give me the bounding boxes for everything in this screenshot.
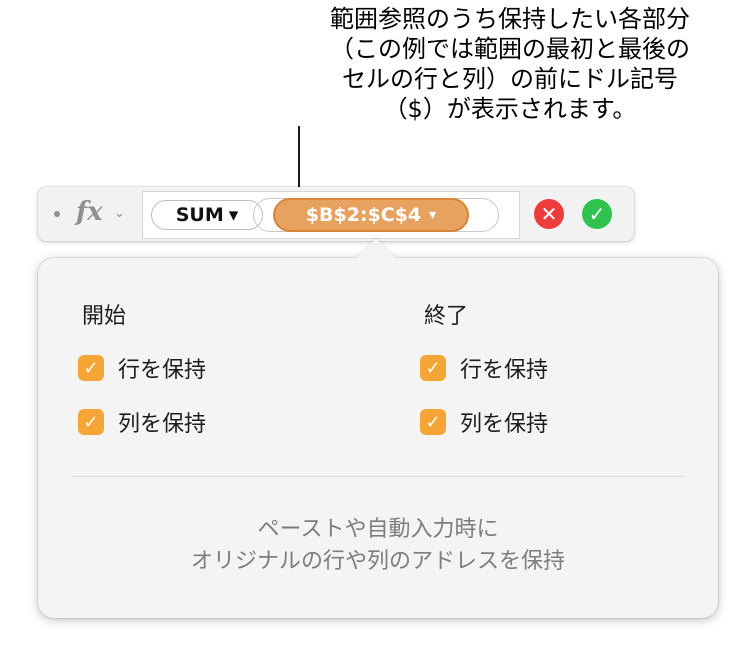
start-keep-column-checkbox[interactable]: ✓ 列を保持 — [78, 406, 206, 438]
range-reference-label: $B$2:$C$4 — [305, 204, 422, 226]
cancel-button[interactable]: ✕ — [534, 199, 564, 229]
callout-line-4: （$）が表示されます。 — [383, 95, 637, 123]
checkmark-icon[interactable]: ✓ — [420, 409, 446, 435]
callout-annotation: 範囲参照のうち保持したい各部分 （この例では範囲の最初と最後の セルの行と列）の… — [290, 4, 730, 124]
start-keep-row-checkbox[interactable]: ✓ 行を保持 — [78, 352, 206, 384]
function-token-chevron-icon: ▾ — [228, 204, 239, 226]
callout-line-3: セルの行と列）の前にドル記号 — [342, 65, 678, 93]
drag-handle-icon[interactable] — [54, 211, 60, 217]
accept-button[interactable]: ✓ — [582, 199, 612, 229]
callout-leader-line — [298, 126, 300, 196]
footer-line-1: ペーストや自動入力時に — [257, 517, 499, 542]
function-icon[interactable]: fx — [76, 197, 103, 227]
checkmark-icon[interactable]: ✓ — [420, 355, 446, 381]
start-section-title: 開始 — [82, 304, 127, 329]
divider — [72, 476, 684, 477]
end-keep-row-label: 行を保持 — [460, 358, 549, 383]
checkmark-icon[interactable]: ✓ — [78, 409, 104, 435]
formula-editor[interactable]: SUM ▾ $B$2:$C$4 ▾ — [142, 191, 520, 239]
popover-footer-description: ペーストや自動入力時に オリジナルの行や列のアドレスを保持 — [38, 514, 718, 578]
start-keep-column-label: 列を保持 — [118, 412, 207, 437]
function-token-label: SUM — [175, 204, 224, 226]
preserve-reference-popover: 開始 ✓ 行を保持 ✓ 列を保持 終了 ✓ 行を保持 ✓ 列を保持 ペーストや自… — [38, 238, 718, 618]
callout-line-1: 範囲参照のうち保持したい各部分 — [330, 5, 690, 33]
start-keep-row-label: 行を保持 — [118, 358, 207, 383]
function-token-sum[interactable]: SUM ▾ — [151, 200, 263, 230]
end-keep-column-checkbox[interactable]: ✓ 列を保持 — [420, 406, 548, 438]
callout-line-2: （この例では範囲の最初と最後の — [330, 35, 690, 63]
footer-line-2: オリジナルの行や列のアドレスを保持 — [190, 549, 565, 574]
range-reference-token[interactable]: $B$2:$C$4 ▾ — [273, 198, 469, 232]
range-token-chevron-icon[interactable]: ▾ — [429, 207, 436, 223]
end-section-title: 終了 — [424, 304, 469, 329]
end-keep-row-checkbox[interactable]: ✓ 行を保持 — [420, 352, 548, 384]
end-keep-column-label: 列を保持 — [460, 412, 549, 437]
chevron-down-icon[interactable]: ⌄ — [114, 206, 125, 221]
formula-bar: fx ⌄ SUM ▾ $B$2:$C$4 ▾ ✕ ✓ — [38, 187, 634, 241]
checkmark-icon[interactable]: ✓ — [78, 355, 104, 381]
